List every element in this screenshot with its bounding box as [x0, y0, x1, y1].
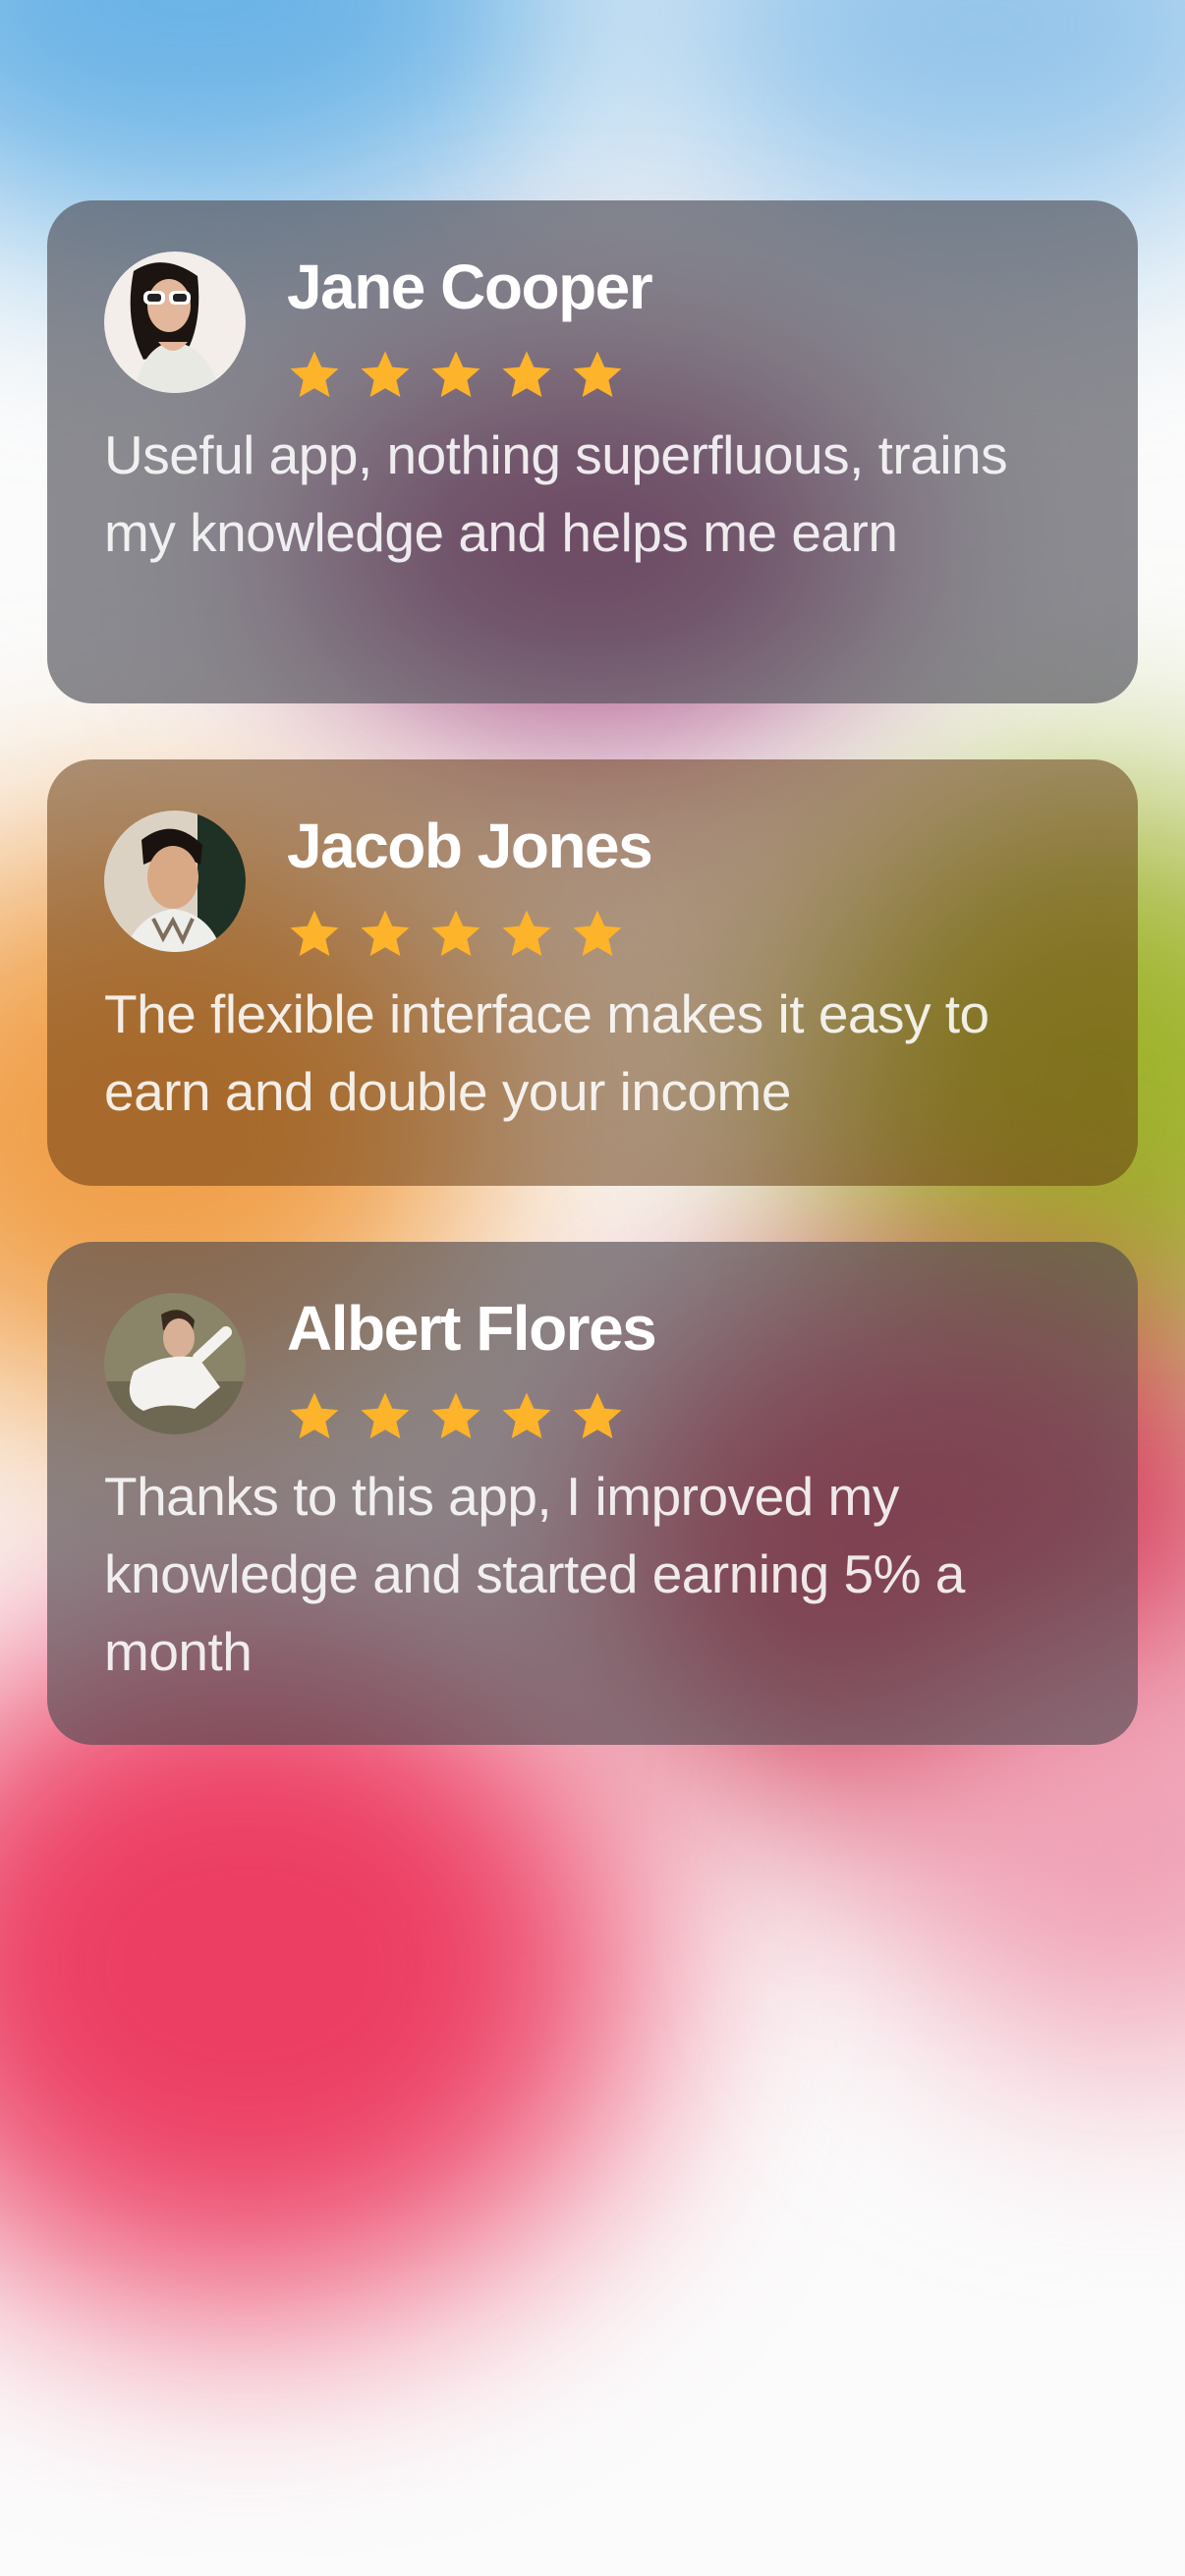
star-icon — [428, 907, 483, 962]
review-card: Jacob Jones The flexible interface makes… — [47, 759, 1138, 1186]
avatar — [104, 252, 246, 393]
review-card: Albert Flores Thanks to this app, I impr… — [47, 1242, 1138, 1745]
star-icon — [358, 1389, 413, 1444]
review-text: Thanks to this app, I improved my knowle… — [104, 1466, 965, 1682]
avatar — [104, 1293, 246, 1434]
star-icon — [499, 907, 554, 962]
star-rating — [287, 348, 651, 403]
star-icon — [499, 348, 554, 403]
review-text: The flexible interface makes it easy to … — [104, 983, 989, 1122]
review-header: Jane Cooper — [104, 252, 1083, 403]
star-icon — [428, 1389, 483, 1444]
avatar — [104, 811, 246, 952]
star-icon — [287, 907, 342, 962]
star-icon — [570, 348, 625, 403]
man-in-white-shirt-avatar-icon — [104, 1293, 246, 1434]
star-icon — [570, 1389, 625, 1444]
star-icon — [570, 907, 625, 962]
reviews-list: Jane Cooper Useful app, nothing superflu… — [47, 200, 1138, 1801]
review-card: Jane Cooper Useful app, nothing superflu… — [47, 200, 1138, 703]
star-icon — [287, 1389, 342, 1444]
review-header: Albert Flores — [104, 1293, 1083, 1444]
young-man-avatar-icon — [104, 811, 246, 952]
reviewer-name: Jane Cooper — [287, 252, 653, 322]
star-icon — [428, 348, 483, 403]
reviewer-name: Jacob Jones — [287, 811, 653, 881]
star-rating — [287, 907, 651, 962]
woman-with-sunglasses-avatar-icon — [104, 252, 246, 393]
review-text: Useful app, nothing superfluous, trains … — [104, 424, 1008, 563]
star-icon — [358, 348, 413, 403]
star-icon — [358, 907, 413, 962]
reviewer-name: Albert Flores — [287, 1293, 657, 1364]
star-rating — [287, 1389, 655, 1444]
star-icon — [287, 348, 342, 403]
review-header: Jacob Jones — [104, 811, 1083, 962]
star-icon — [499, 1389, 554, 1444]
